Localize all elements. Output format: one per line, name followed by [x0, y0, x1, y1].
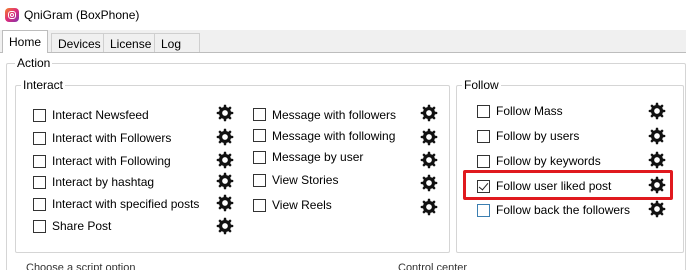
interact-specified-posts-checkbox[interactable] [33, 198, 46, 211]
gear-icon[interactable] [648, 176, 666, 194]
gear-icon[interactable] [216, 194, 234, 212]
follow-back-followers-checkbox[interactable] [477, 204, 490, 217]
gear-icon[interactable] [216, 104, 234, 122]
gear-icon[interactable] [420, 151, 438, 169]
control-center-group-label: Control center [398, 262, 468, 270]
follow-mass-checkbox[interactable] [477, 105, 490, 118]
follow-by-users-checkbox[interactable] [477, 130, 490, 143]
gear-icon[interactable] [216, 217, 234, 235]
tab-log[interactable]: Log [154, 33, 200, 52]
interact-newsfeed-checkbox[interactable] [33, 109, 46, 122]
title-bar: QniGram (BoxPhone) [0, 0, 686, 30]
interact-followers-label[interactable]: Interact with Followers [52, 131, 171, 145]
tab-home[interactable]: Home [2, 30, 49, 53]
gear-icon[interactable] [420, 128, 438, 146]
script-option-group-label: Choose a script option [26, 262, 136, 270]
follow-user-liked-post-label[interactable]: Follow user liked post [496, 179, 611, 193]
tab-strip: Home Devices License Log [0, 30, 686, 53]
tab-license[interactable]: License [103, 33, 159, 52]
gear-icon[interactable] [420, 198, 438, 216]
gear-icon[interactable] [216, 128, 234, 146]
view-stories-label[interactable]: View Stories [272, 173, 338, 187]
interact-following-checkbox[interactable] [33, 155, 46, 168]
gear-icon[interactable] [216, 151, 234, 169]
view-reels-label[interactable]: View Reels [272, 198, 332, 212]
gear-icon[interactable] [420, 174, 438, 192]
action-group-label: Action [15, 56, 53, 70]
interact-followers-checkbox[interactable] [33, 132, 46, 145]
gear-icon[interactable] [216, 172, 234, 190]
interact-hashtag-checkbox[interactable] [33, 176, 46, 189]
tab-devices[interactable]: Devices [51, 33, 108, 52]
gear-icon[interactable] [648, 200, 666, 218]
follow-by-keywords-checkbox[interactable] [477, 155, 490, 168]
interact-following-label[interactable]: Interact with Following [52, 154, 171, 168]
message-by-user-label[interactable]: Message by user [272, 150, 363, 164]
message-following-checkbox[interactable] [253, 129, 266, 142]
share-post-checkbox[interactable] [33, 220, 46, 233]
follow-mass-label[interactable]: Follow Mass [496, 104, 563, 118]
instagram-icon [5, 8, 19, 22]
share-post-label[interactable]: Share Post [52, 219, 111, 233]
interact-hashtag-label[interactable]: Interact by hashtag [52, 175, 154, 189]
message-following-label[interactable]: Message with following [272, 129, 395, 143]
view-reels-checkbox[interactable] [253, 199, 266, 212]
follow-back-followers-label[interactable]: Follow back the followers [496, 203, 630, 217]
interact-specified-posts-label[interactable]: Interact with specified posts [52, 197, 199, 211]
follow-group-label: Follow [462, 78, 501, 92]
message-by-user-checkbox[interactable] [253, 151, 266, 164]
window-title: QniGram (BoxPhone) [24, 8, 140, 22]
message-followers-checkbox[interactable] [253, 108, 266, 121]
gear-icon[interactable] [648, 127, 666, 145]
gear-icon[interactable] [420, 104, 438, 122]
message-followers-label[interactable]: Message with followers [272, 108, 396, 122]
interact-newsfeed-label[interactable]: Interact Newsfeed [52, 108, 149, 122]
view-stories-checkbox[interactable] [253, 174, 266, 187]
follow-by-keywords-label[interactable]: Follow by keywords [496, 154, 601, 168]
gear-icon[interactable] [648, 102, 666, 120]
follow-by-users-label[interactable]: Follow by users [496, 129, 579, 143]
follow-user-liked-post-checkbox[interactable] [477, 180, 490, 193]
interact-group-label: Interact [21, 78, 66, 92]
gear-icon[interactable] [648, 151, 666, 169]
